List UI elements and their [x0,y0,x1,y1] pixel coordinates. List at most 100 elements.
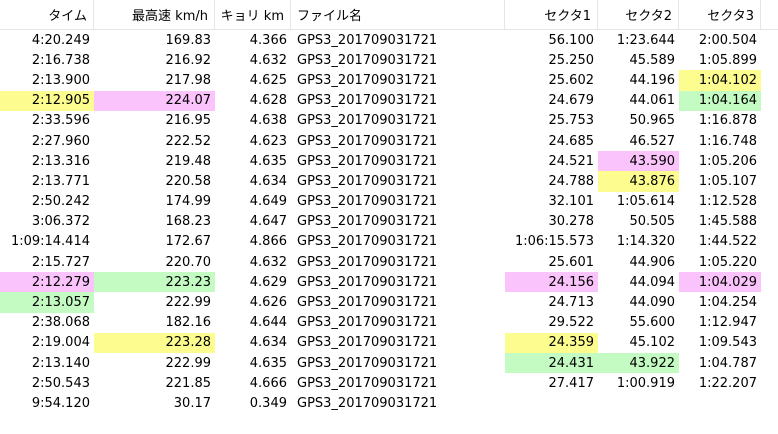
file-name-cell[interactable]: GPS3_201709031721 [291,292,505,312]
time-cell[interactable]: 2:13.316 [0,151,94,171]
sector-3-cell[interactable]: 1:04.102 [679,70,761,91]
sector-2-cell[interactable]: 1:00.919 [598,373,679,393]
top-speed-cell[interactable]: 217.98 [94,70,215,90]
top-speed-cell[interactable]: 224.07 [94,90,215,111]
sector-3-cell[interactable]: 1:09.543 [679,333,761,353]
top-speed-cell[interactable]: 172.67 [94,232,215,252]
file-name-cell[interactable]: GPS3_201709031721 [291,232,505,252]
file-name-cell[interactable]: GPS3_201709031721 [291,192,505,212]
sector-3-cell[interactable]: 1:04.787 [679,353,761,373]
time-cell[interactable]: 2:12.279 [0,272,94,293]
sector-1-cell[interactable]: 24.685 [505,131,598,151]
distance-cell[interactable]: 4.666 [215,373,291,393]
header-distance[interactable]: キョリ km [215,0,291,30]
top-speed-cell[interactable]: 222.99 [94,292,215,312]
sector-2-cell[interactable]: 44.196 [598,70,679,90]
sector-2-cell[interactable] [598,393,679,413]
time-cell[interactable]: 2:13.900 [0,70,94,90]
time-cell[interactable]: 2:50.242 [0,192,94,212]
top-speed-cell[interactable]: 223.23 [94,272,215,293]
sector-3-cell[interactable]: 1:12.528 [679,192,761,212]
sector-1-cell[interactable]: 24.788 [505,171,598,191]
top-speed-cell[interactable]: 182.16 [94,313,215,333]
top-speed-cell[interactable]: 220.58 [94,171,215,191]
distance-cell[interactable]: 4.635 [215,353,291,373]
sector-2-cell[interactable]: 1:14.320 [598,232,679,252]
time-cell[interactable]: 3:06.372 [0,212,94,232]
top-speed-cell[interactable]: 174.99 [94,192,215,212]
top-speed-cell[interactable]: 219.48 [94,151,215,171]
sector-2-cell[interactable]: 45.589 [598,50,679,70]
sector-1-cell[interactable]: 24.679 [505,91,598,111]
distance-cell[interactable]: 4.647 [215,212,291,232]
header-sector-3[interactable]: セクタ3 [679,0,761,30]
distance-cell[interactable]: 4.635 [215,151,291,171]
time-cell[interactable]: 2:13.771 [0,171,94,191]
distance-cell[interactable]: 4.632 [215,252,291,272]
sector-3-cell[interactable]: 1:05.899 [679,50,761,70]
sector-3-cell[interactable]: 1:12.947 [679,313,761,333]
sector-1-cell[interactable]: 29.522 [505,313,598,333]
sector-1-cell[interactable]: 24.521 [505,151,598,171]
sector-3-cell[interactable]: 1:05.220 [679,252,761,272]
sector-2-cell[interactable]: 44.906 [598,252,679,272]
sector-3-cell[interactable]: 1:04.164 [679,90,761,111]
header-top-speed[interactable]: 最高速 km/h [94,0,215,30]
distance-cell[interactable]: 4.366 [215,30,291,50]
time-cell[interactable]: 2:19.004 [0,333,94,353]
file-name-cell[interactable]: GPS3_201709031721 [291,30,505,50]
sector-3-cell[interactable]: 1:44.522 [679,232,761,252]
distance-cell[interactable]: 4.626 [215,292,291,312]
distance-cell[interactable]: 4.866 [215,232,291,252]
sector-2-cell[interactable]: 43.590 [598,151,679,172]
time-cell[interactable]: 2:16.738 [0,50,94,70]
sector-1-cell[interactable]: 25.753 [505,111,598,131]
sector-2-cell[interactable]: 44.090 [598,292,679,312]
sector-3-cell[interactable]: 1:04.254 [679,292,761,312]
sector-1-cell[interactable]: 1:06:15.573 [505,232,598,252]
sector-1-cell[interactable]: 25.250 [505,50,598,70]
file-name-cell[interactable]: GPS3_201709031721 [291,272,505,292]
top-speed-cell[interactable]: 216.92 [94,50,215,70]
distance-cell[interactable]: 0.349 [215,393,291,413]
sector-2-cell[interactable]: 1:05.614 [598,192,679,212]
sector-2-cell[interactable]: 44.094 [598,272,679,292]
file-name-cell[interactable]: GPS3_201709031721 [291,131,505,151]
file-name-cell[interactable]: GPS3_201709031721 [291,50,505,70]
file-name-cell[interactable]: GPS3_201709031721 [291,70,505,90]
top-speed-cell[interactable]: 30.17 [94,393,215,413]
header-sector-2[interactable]: セクタ2 [598,0,679,30]
file-name-cell[interactable]: GPS3_201709031721 [291,91,505,111]
sector-3-cell[interactable] [679,393,761,413]
sector-3-cell[interactable]: 1:16.878 [679,111,761,131]
sector-1-cell[interactable]: 24.156 [505,272,598,293]
sector-1-cell[interactable] [505,393,598,413]
header-file-name[interactable]: ファイル名 [291,0,505,30]
time-cell[interactable]: 2:27.960 [0,131,94,151]
time-cell[interactable]: 2:12.905 [0,90,94,111]
sector-2-cell[interactable]: 43.876 [598,171,679,192]
distance-cell[interactable]: 4.623 [215,131,291,151]
file-name-cell[interactable]: GPS3_201709031721 [291,111,505,131]
sector-1-cell[interactable]: 56.100 [505,30,598,50]
file-name-cell[interactable]: GPS3_201709031721 [291,252,505,272]
distance-cell[interactable]: 4.638 [215,111,291,131]
time-cell[interactable]: 4:20.249 [0,30,94,50]
file-name-cell[interactable]: GPS3_201709031721 [291,373,505,393]
time-cell[interactable]: 2:13.140 [0,353,94,373]
sector-1-cell[interactable]: 25.601 [505,252,598,272]
time-cell[interactable]: 2:13.057 [0,292,94,313]
header-sector-1[interactable]: セクタ1 [505,0,598,30]
time-cell[interactable]: 2:38.068 [0,313,94,333]
sector-1-cell[interactable]: 32.101 [505,192,598,212]
file-name-cell[interactable]: GPS3_201709031721 [291,333,505,353]
file-name-cell[interactable]: GPS3_201709031721 [291,151,505,171]
top-speed-cell[interactable]: 168.23 [94,212,215,232]
sector-3-cell[interactable]: 1:05.107 [679,171,761,191]
top-speed-cell[interactable]: 222.52 [94,131,215,151]
sector-3-cell[interactable]: 1:22.207 [679,373,761,393]
top-speed-cell[interactable]: 221.85 [94,373,215,393]
file-name-cell[interactable]: GPS3_201709031721 [291,171,505,191]
sector-2-cell[interactable]: 50.505 [598,212,679,232]
sector-1-cell[interactable]: 24.431 [505,353,598,374]
